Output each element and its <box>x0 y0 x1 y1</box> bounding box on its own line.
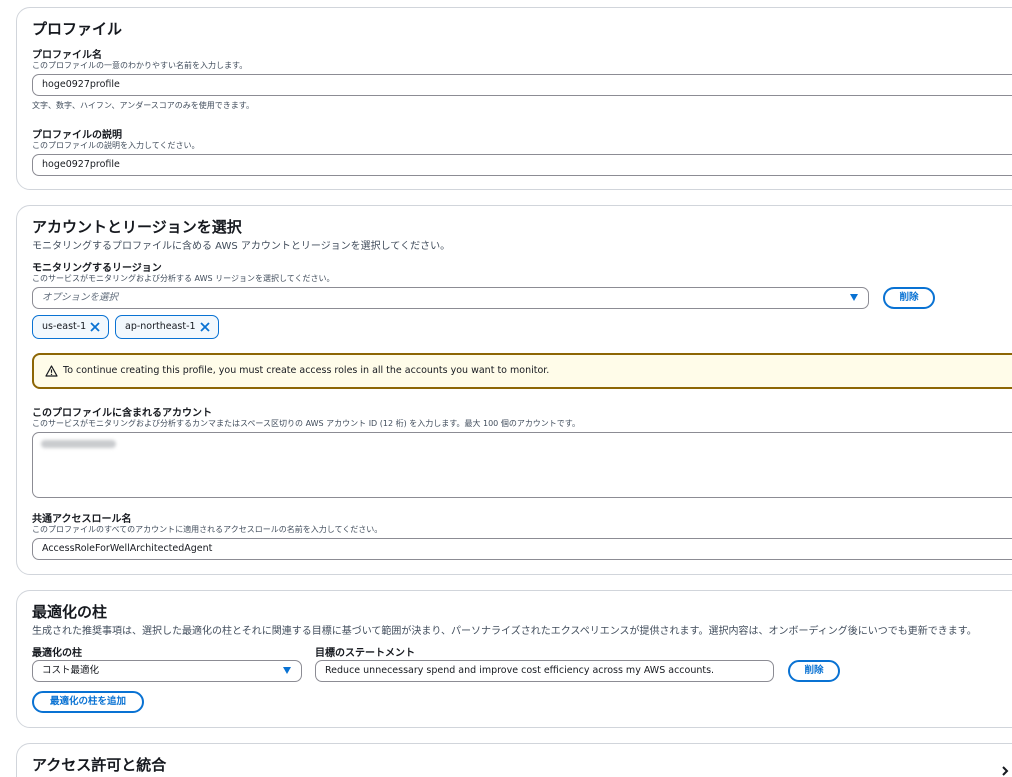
role-name-input[interactable]: AccessRoleForWellArchitectedAgent <box>32 538 1012 560</box>
profile-description-label: プロファイルの説明 <box>32 130 122 141</box>
redacted-account-id <box>41 440 116 448</box>
profile-name-input[interactable]: hoge0927profile <box>32 74 1012 96</box>
permissions-heading: アクセス許可と統合 <box>32 756 167 774</box>
pillars-subtitle: 生成された推奨事項は、選択した最適化の柱とそれに関連する目標に基づいて範囲が決ま… <box>32 626 977 637</box>
accounts-regions-subtitle: モニタリングするプロファイルに含める AWS アカウントとリージョンを選択してく… <box>32 241 451 252</box>
dismiss-token-icon[interactable] <box>198 320 212 334</box>
add-pillar-button[interactable]: 最適化の柱を追加 <box>32 691 144 713</box>
warning-icon <box>45 365 58 377</box>
warning-alert: To continue creating this profile, you m… <box>32 353 1012 389</box>
role-name-description: このプロファイルのすべてのアカウントに適用されるアクセスロールの名前を入力してく… <box>32 525 383 534</box>
regions-label: モニタリングするリージョン <box>32 263 162 274</box>
profile-name-label: プロファイル名 <box>32 50 102 61</box>
warning-message: To continue creating this profile, you m… <box>63 365 550 376</box>
pillar-select[interactable]: コスト最適化 <box>32 660 302 682</box>
goal-statement-label: 目標のステートメント <box>315 648 415 659</box>
region-token-us-east-1: us-east-1 <box>32 315 109 339</box>
remove-pillar-button[interactable]: 削除 <box>788 660 840 682</box>
region-token-ap-northeast-1: ap-northeast-1 <box>115 315 219 339</box>
profile-name-hint: 文字、数字、ハイフン、アンダースコアのみを使用できます。 <box>32 101 254 110</box>
dismiss-token-icon[interactable] <box>88 320 102 334</box>
regions-select[interactable]: オプションを選択 <box>32 287 869 309</box>
region-token-label: us-east-1 <box>42 321 87 332</box>
role-name-label: 共通アクセスロール名 <box>32 514 132 525</box>
accounts-textarea[interactable] <box>32 432 1012 498</box>
accounts-description: このサービスがモニタリングおよび分析するカンマまたはスペース区切りの AWS ア… <box>32 419 581 428</box>
caret-down-icon <box>850 294 858 301</box>
profile-heading: プロファイル <box>32 20 123 38</box>
pillars-heading: 最適化の柱 <box>32 603 108 621</box>
permissions-section: アクセス許可と統合 <box>16 743 1012 777</box>
profile-description-input[interactable]: hoge0927profile <box>32 154 1012 176</box>
accounts-regions-section: アカウントとリージョンを選択 モニタリングするプロファイルに含める AWS アカ… <box>16 205 1012 575</box>
pillar-label: 最適化の柱 <box>32 648 82 659</box>
profile-section: プロファイル プロファイル名 このプロファイルの一意のわかりやすい名前を入力しま… <box>16 7 1012 190</box>
profile-description-help: このプロファイルの説明を入力してください。 <box>32 141 200 150</box>
remove-regions-button[interactable]: 削除 <box>883 287 935 309</box>
goal-statement-input[interactable]: Reduce unnecessary spend and improve cos… <box>315 660 774 682</box>
region-token-label: ap-northeast-1 <box>125 321 196 332</box>
regions-description: このサービスがモニタリングおよび分析する AWS リージョンを選択してください。 <box>32 274 335 283</box>
caret-down-icon <box>283 667 291 674</box>
regions-select-placeholder: オプションを選択 <box>42 292 119 303</box>
chevron-right-icon[interactable] <box>1000 766 1010 776</box>
accounts-label: このプロファイルに含まれるアカウント <box>32 408 212 419</box>
profile-name-description: このプロファイルの一意のわかりやすい名前を入力します。 <box>32 61 248 70</box>
pillars-section: 最適化の柱 生成された推奨事項は、選択した最適化の柱とそれに関連する目標に基づい… <box>16 590 1012 728</box>
accounts-regions-heading: アカウントとリージョンを選択 <box>32 218 242 236</box>
pillar-select-value: コスト最適化 <box>42 665 100 676</box>
